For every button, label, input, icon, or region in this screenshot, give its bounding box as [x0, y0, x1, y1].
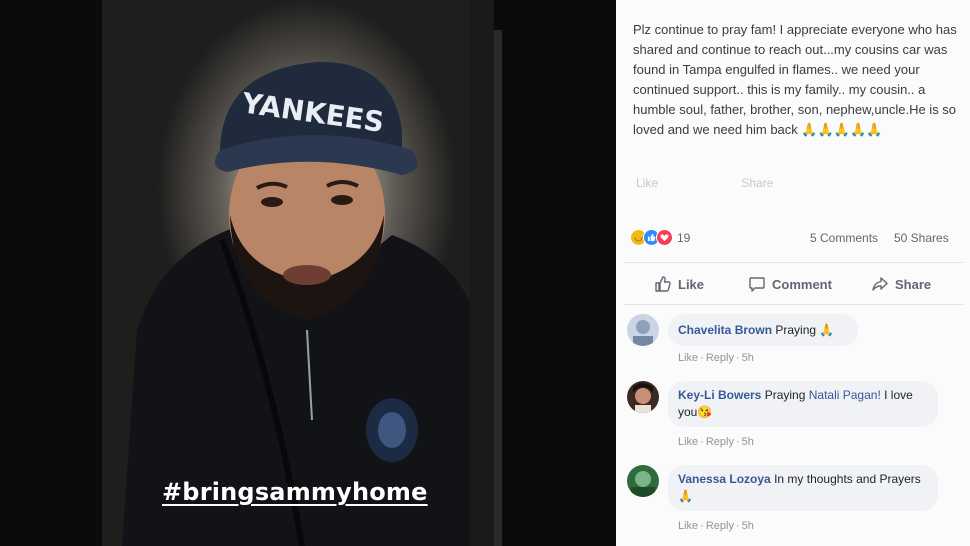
share-button[interactable]: Share [871, 270, 931, 298]
post-actions: Like Comment Share [616, 270, 970, 298]
avatar[interactable] [627, 381, 659, 413]
comment-text: Praying 🙏 [775, 323, 835, 337]
commenter-name[interactable]: Vanessa Lozoya [678, 472, 771, 486]
comment-text-start: Praying [764, 388, 806, 402]
reactions-summary[interactable]: ◡ 19 5 Comments 50 Shares [630, 229, 960, 249]
divider [624, 304, 964, 305]
tagged-user-link[interactable]: Natali Pagan! [809, 388, 881, 402]
shares-count-link[interactable]: 50 Shares [894, 231, 949, 245]
commenter-name[interactable]: Key-Li Bowers [678, 388, 761, 402]
share-button-label: Share [895, 276, 932, 292]
facebook-post-panel: Plz continue to pray fam! I appreciate e… [616, 0, 970, 546]
ghost-share-label: Share [741, 176, 774, 190]
comment-icon [749, 277, 765, 292]
avatar-image [627, 465, 659, 497]
comment-meta: Like · Reply · 5h [678, 352, 754, 364]
comment-reply-link[interactable]: Reply [706, 436, 734, 448]
ghost-action-row: Like Share [636, 176, 853, 190]
like-button-label: Like [678, 276, 705, 292]
story-photo: YANKEES #bringsammyhome [102, 0, 480, 546]
comment-button[interactable]: Comment [748, 270, 832, 298]
comment-reply-link[interactable]: Reply [706, 352, 734, 364]
comment-bubble: Vanessa Lozoya In my thoughts and Prayer… [668, 465, 938, 511]
comment-meta: Like · Reply · 5h [678, 436, 754, 448]
like-button[interactable]: Like [654, 270, 704, 298]
comment-time[interactable]: 5h [742, 352, 754, 364]
avatar-image [627, 314, 659, 346]
ghost-like-label: Like [636, 176, 659, 190]
love-reaction-icon [656, 229, 673, 246]
comment-time[interactable]: 5h [742, 520, 754, 532]
commenter-name[interactable]: Chavelita Brown [678, 323, 772, 337]
comment-time[interactable]: 5h [742, 436, 754, 448]
share-icon [872, 277, 888, 291]
post-text: Plz continue to pray fam! I appreciate e… [633, 22, 957, 137]
comment-meta: Like · Reply · 5h [678, 520, 754, 532]
person-photo-illustration: YANKEES [122, 61, 480, 546]
comment-reply-link[interactable]: Reply [706, 520, 734, 532]
comment-button-label: Comment [772, 276, 832, 292]
reaction-count[interactable]: 19 [677, 231, 690, 245]
avatar-image [627, 381, 659, 413]
avatar[interactable] [627, 314, 659, 346]
thumbs-up-icon [655, 276, 671, 292]
comment-like-link[interactable]: Like [678, 436, 698, 448]
photo-edge-shadow [494, 30, 502, 546]
comment-like-link[interactable]: Like [678, 520, 698, 532]
comment-like-link[interactable]: Like [678, 352, 698, 364]
divider [624, 262, 964, 263]
photo-edge [470, 0, 494, 546]
comment-bubble: Chavelita Brown Praying 🙏 [668, 314, 858, 346]
avatar[interactable] [627, 465, 659, 497]
hashtag-caption: #bringsammyhome [162, 478, 428, 506]
comments-count-link[interactable]: 5 Comments [810, 231, 878, 245]
comment-bubble: Key-Li Bowers Praying Natali Pagan! I lo… [668, 381, 938, 427]
